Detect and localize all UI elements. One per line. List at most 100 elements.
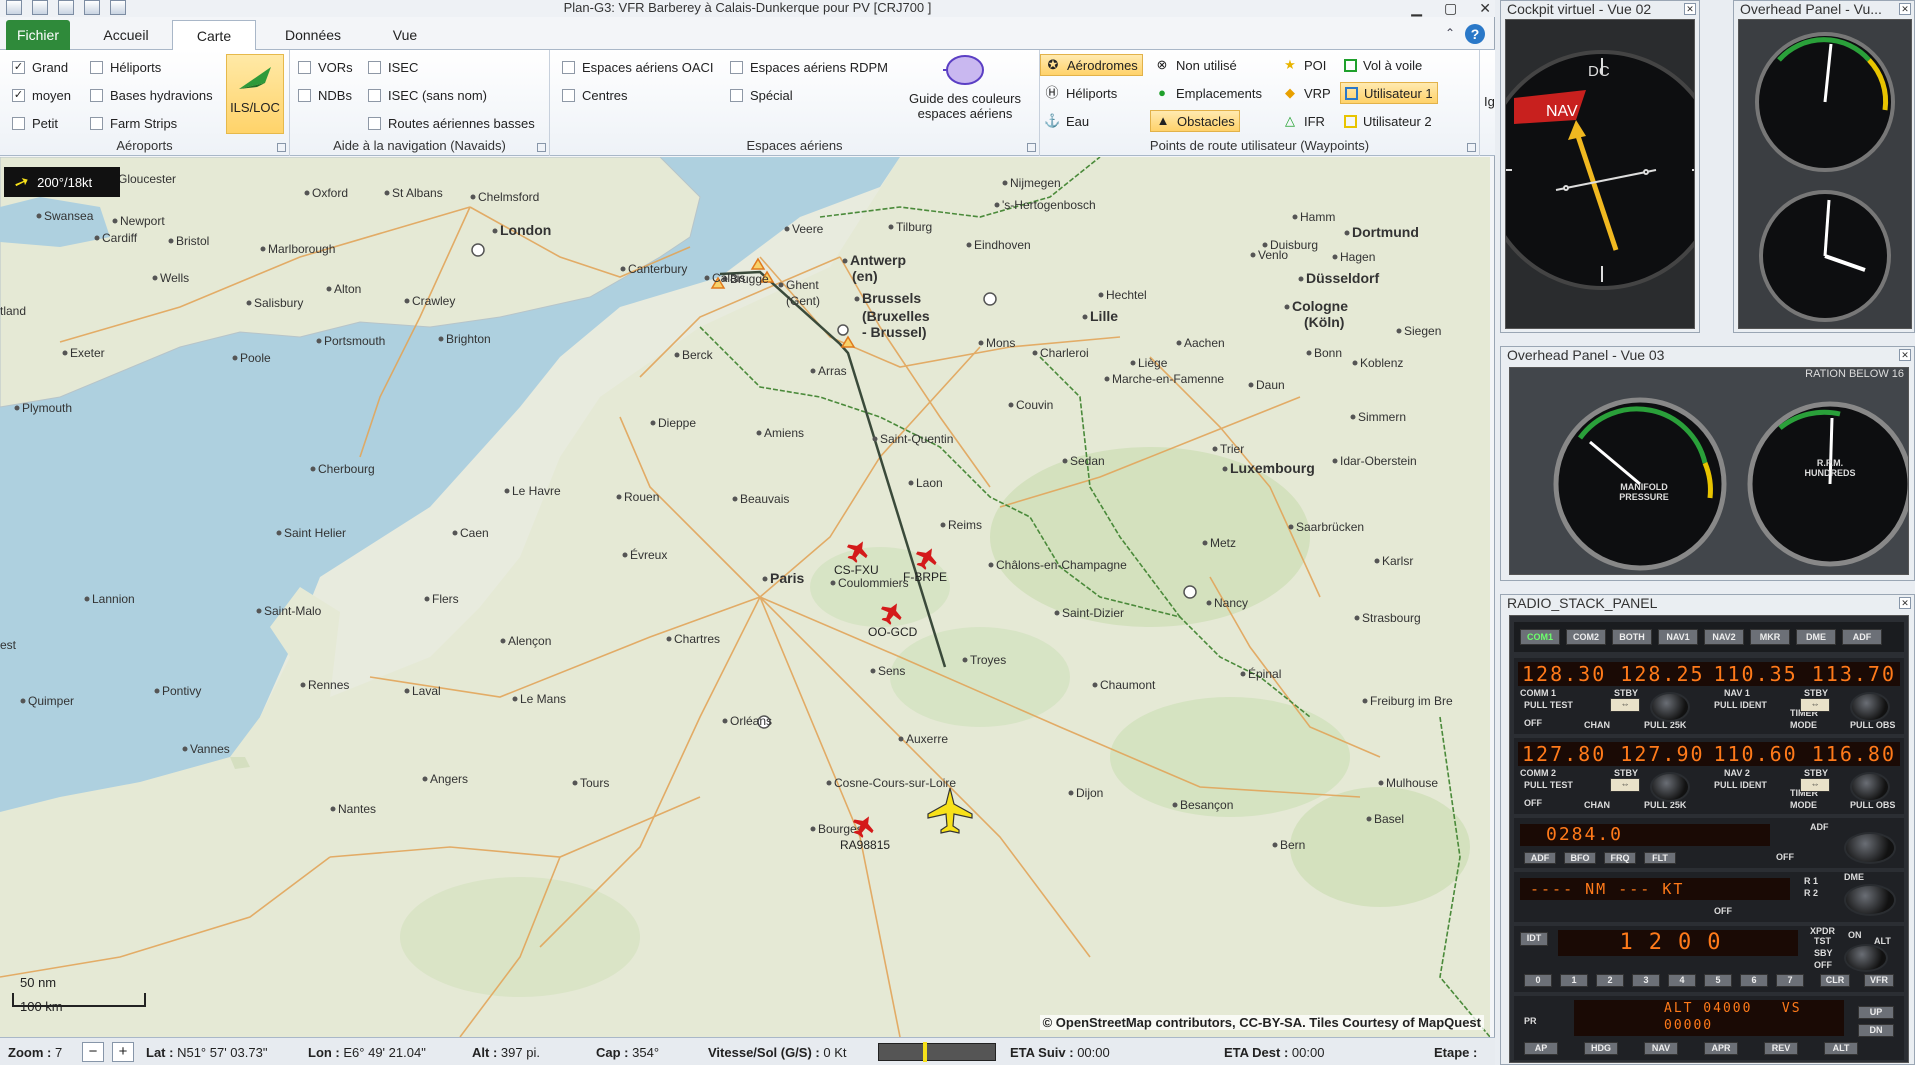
check-moyen[interactable]: ✓ moyen: [12, 88, 71, 103]
waypoint-emplacements[interactable]: ● Emplacements: [1150, 82, 1266, 104]
check-label: ISEC: [388, 60, 419, 75]
audio-com1-button[interactable]: COM1: [1520, 629, 1560, 645]
audio-mkr-button[interactable]: MKR: [1750, 629, 1790, 645]
dialog-launcher-icon[interactable]: [1027, 143, 1036, 152]
com2-knob[interactable]: [1650, 772, 1690, 802]
check-routes-basses[interactable]: Routes aériennes basses: [368, 116, 535, 131]
ap-apr-button[interactable]: APR: [1704, 1042, 1738, 1055]
audio-com2-button[interactable]: COM2: [1566, 629, 1606, 645]
ap-dn-button[interactable]: DN: [1858, 1024, 1894, 1037]
check-special[interactable]: Spécial: [730, 88, 793, 103]
city-label: Ghent: [786, 278, 819, 292]
collapse-ribbon-icon[interactable]: ⌃: [1445, 26, 1455, 40]
xpdr-digit-button[interactable]: 6: [1740, 974, 1768, 987]
waypoint-ifr[interactable]: △ IFR: [1278, 110, 1329, 132]
close-icon[interactable]: ✕: [1899, 3, 1911, 15]
nav1-swap-button[interactable]: ⇔: [1800, 698, 1830, 712]
dialog-launcher-icon[interactable]: [1467, 143, 1476, 152]
ap-ap-button[interactable]: AP: [1524, 1042, 1558, 1055]
check-farm-strips[interactable]: Farm Strips: [90, 116, 177, 131]
check-heliports[interactable]: Héliports: [90, 60, 161, 75]
nav2-knob[interactable]: [1850, 772, 1890, 802]
waypoint-vrp[interactable]: ◆ VRP: [1278, 82, 1335, 104]
waypoint-aerodromes[interactable]: ✪ Aérodromes: [1040, 54, 1143, 76]
airspace-colour-guide-button[interactable]: Guide des couleurs espaces aériens: [900, 54, 1030, 138]
tab-accueil[interactable]: Accueil: [86, 20, 166, 50]
clr-button[interactable]: CLR: [1820, 974, 1850, 987]
dialog-launcher-icon[interactable]: [537, 143, 546, 152]
adf-frq-button[interactable]: FRQ: [1604, 852, 1636, 864]
adf-adf-button[interactable]: ADF: [1524, 852, 1556, 864]
waypoint-obstacles[interactable]: ▲ Obstacles: [1150, 110, 1240, 132]
ribbon-overflow[interactable]: Ig: [1484, 94, 1495, 109]
ils-loc-button[interactable]: ILS/LOC: [226, 54, 284, 134]
check-centres[interactable]: Centres: [562, 88, 628, 103]
adf-knob[interactable]: [1844, 832, 1896, 864]
xpdr-digit-button[interactable]: 3: [1632, 974, 1660, 987]
zoom-out-button[interactable]: −: [82, 1042, 104, 1062]
waypoint-eau[interactable]: ⚓ Eau: [1040, 110, 1093, 132]
time-slider[interactable]: [878, 1042, 996, 1062]
waypoint-heliports[interactable]: Ⓗ Héliports: [1040, 82, 1121, 104]
com1-knob[interactable]: [1650, 692, 1690, 722]
audio-nav1-button[interactable]: NAV1: [1658, 629, 1698, 645]
dme-knob[interactable]: [1844, 884, 1896, 916]
audio-dme-button[interactable]: DME: [1796, 629, 1836, 645]
dialog-launcher-icon[interactable]: [277, 143, 286, 152]
xpdr-knob[interactable]: [1844, 944, 1888, 972]
map-attribution[interactable]: © OpenStreetMap contributors, CC-BY-SA. …: [1039, 1015, 1484, 1030]
waypoint-utilisateur-1[interactable]: Utilisateur 1: [1340, 82, 1438, 104]
xpdr-digit-button[interactable]: 0: [1524, 974, 1552, 987]
close-icon[interactable]: ✕: [1899, 349, 1911, 361]
help-icon[interactable]: ?: [1465, 24, 1485, 44]
ap-hdg-button[interactable]: HDG: [1584, 1042, 1618, 1055]
check-vors[interactable]: VORs: [298, 60, 353, 75]
close-icon[interactable]: ✕: [1899, 597, 1911, 609]
map-view[interactable]: Gloucester Oxford St Albans Chelmsford Swans…: [0, 157, 1490, 1037]
ap-rev-button[interactable]: REV: [1764, 1042, 1798, 1055]
xpdr-digit-button[interactable]: 2: [1596, 974, 1624, 987]
xpdr-digit-button[interactable]: 7: [1776, 974, 1804, 987]
com1-swap-button[interactable]: ⇔: [1610, 698, 1640, 712]
waypoint-non-utilise[interactable]: ⊗ Non utilisé: [1150, 54, 1241, 76]
nav1-knob[interactable]: [1850, 692, 1890, 722]
check-rdpm[interactable]: Espaces aériens RDPM: [730, 60, 888, 75]
xpdr-digit-button[interactable]: 1: [1560, 974, 1588, 987]
xpdr-digit-button[interactable]: 4: [1668, 974, 1696, 987]
xpdr-digit-button[interactable]: 5: [1704, 974, 1732, 987]
audio-both-button[interactable]: BOTH: [1612, 629, 1652, 645]
ap-up-button[interactable]: UP: [1858, 1006, 1894, 1019]
vfr-button[interactable]: VFR: [1864, 974, 1894, 987]
check-isec-sans-nom[interactable]: ISEC (sans nom): [368, 88, 487, 103]
waypoint-utilisateur-2[interactable]: Utilisateur 2: [1340, 110, 1436, 132]
check-grand[interactable]: ✓ Grand: [12, 60, 68, 75]
slider-thumb[interactable]: [923, 1042, 927, 1062]
ident-button[interactable]: IDT: [1520, 932, 1548, 946]
nav2-swap-button[interactable]: ⇔: [1800, 778, 1830, 792]
maximize-icon[interactable]: ▢: [1444, 0, 1457, 17]
ap-alt-button[interactable]: ALT: [1824, 1042, 1858, 1055]
check-bases-hydravions[interactable]: Bases hydravions: [90, 88, 213, 103]
map-canvas[interactable]: Gloucester Oxford St Albans Chelmsford Swans…: [0, 157, 1490, 1037]
waypoint-vol-a-voile[interactable]: Vol à voile: [1340, 54, 1426, 76]
check-oaci[interactable]: Espaces aériens OACI: [562, 60, 714, 75]
zoom-in-button[interactable]: +: [112, 1042, 134, 1062]
check-isec[interactable]: ISEC: [368, 60, 418, 75]
audio-nav2-button[interactable]: NAV2: [1704, 629, 1744, 645]
check-petit[interactable]: Petit: [12, 116, 58, 131]
tab-fichier[interactable]: Fichier: [6, 20, 70, 50]
tab-donnees[interactable]: Données: [268, 20, 358, 50]
waypoint-poi[interactable]: ★ POI: [1278, 54, 1330, 76]
close-icon[interactable]: ✕: [1479, 0, 1491, 17]
com2-swap-button[interactable]: ⇔: [1610, 778, 1640, 792]
audio-adf-button[interactable]: ADF: [1842, 629, 1882, 645]
tab-vue[interactable]: Vue: [370, 20, 440, 50]
close-icon[interactable]: ✕: [1684, 3, 1696, 15]
minimize-icon[interactable]: ▁: [1411, 0, 1422, 17]
tab-carte[interactable]: Carte: [172, 20, 256, 51]
wp-label: IFR: [1304, 113, 1325, 129]
ap-nav-button[interactable]: NAV: [1644, 1042, 1678, 1055]
adf-bfo-button[interactable]: BFO: [1564, 852, 1596, 864]
adf-flt-button[interactable]: FLT: [1644, 852, 1676, 864]
check-ndbs[interactable]: NDBs: [298, 88, 352, 103]
